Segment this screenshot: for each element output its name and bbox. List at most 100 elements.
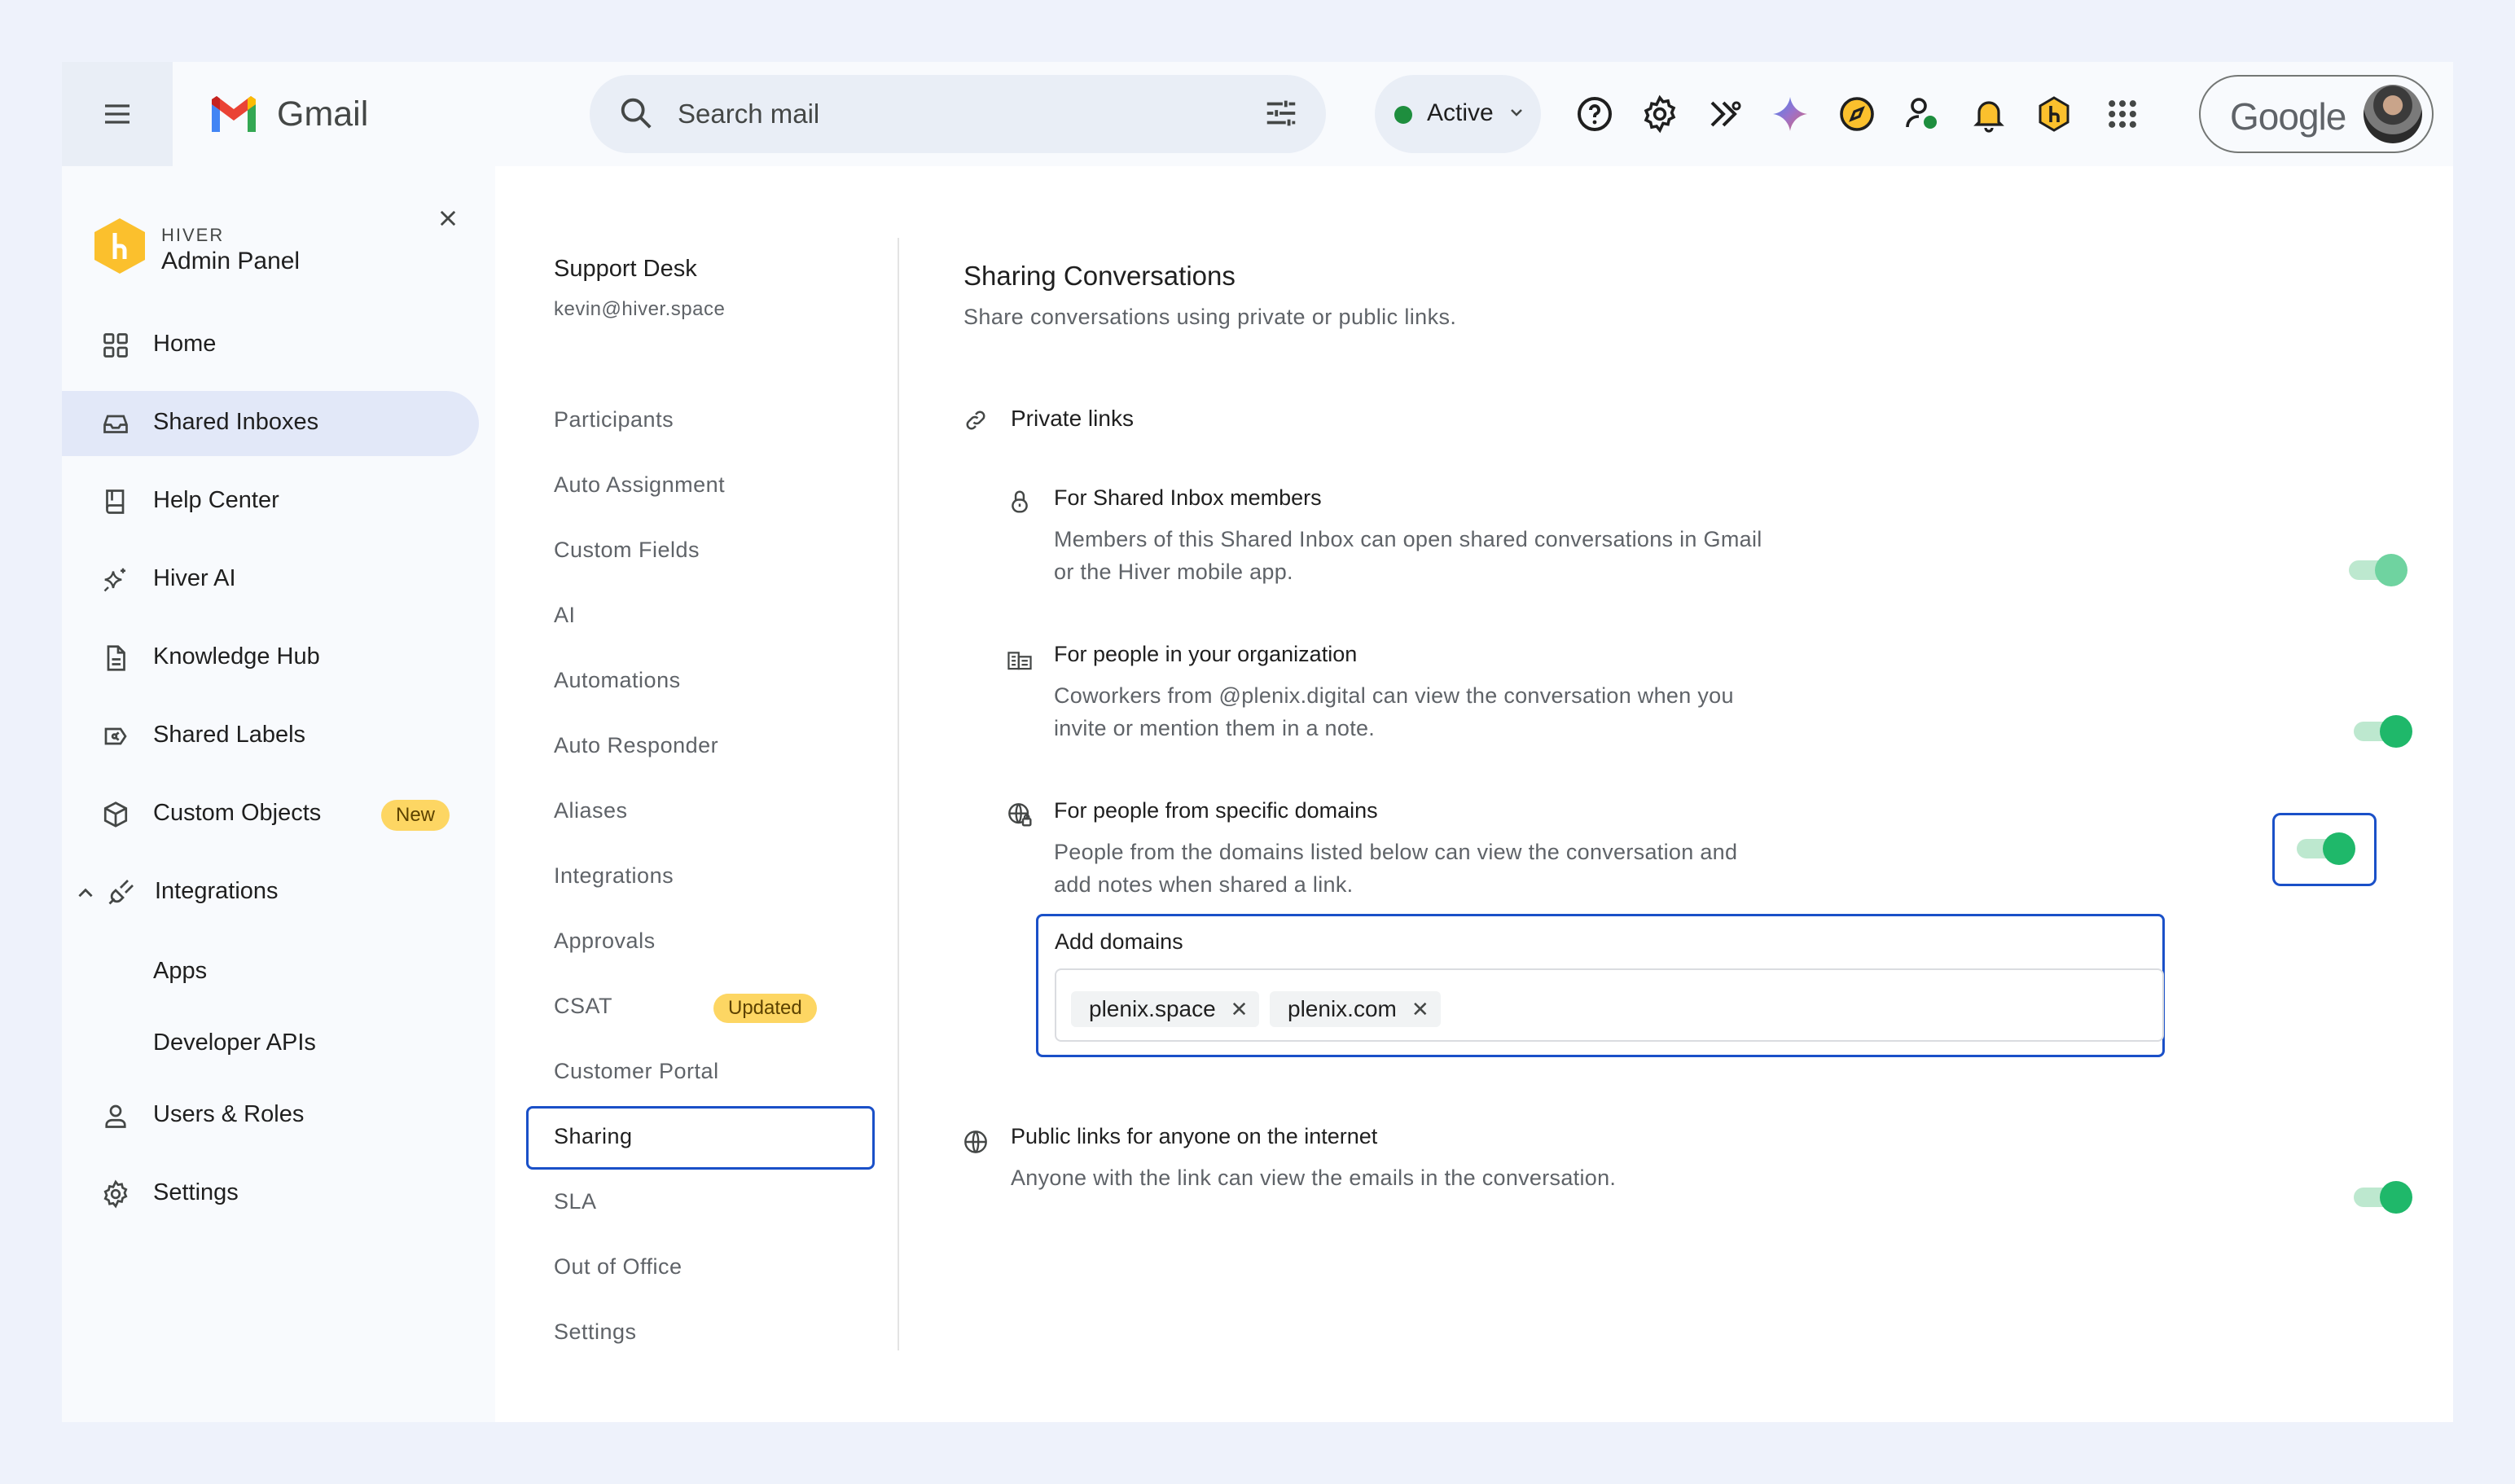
inbox-nav-label: Sharing: [554, 1124, 633, 1148]
option-description-line: People from the domains listed below can…: [1054, 840, 1738, 864]
domains-input[interactable]: plenix.space ✕ plenix.com ✕: [1055, 968, 2164, 1042]
help-icon: [1578, 97, 1612, 131]
sparkle-icon: [99, 564, 132, 596]
inbox-nav-out-of-office[interactable]: Out of Office: [526, 1236, 875, 1300]
search-input[interactable]: [678, 90, 1231, 138]
help-button[interactable]: [1572, 91, 1617, 137]
close-panel-button[interactable]: [432, 202, 464, 235]
inbox-nav-label: Settings: [554, 1319, 637, 1344]
explore-button[interactable]: [1834, 91, 1880, 137]
settings-button[interactable]: [1637, 91, 1683, 137]
option-description-line: add notes when shared a link.: [1054, 872, 1354, 897]
main-menu-button[interactable]: [62, 62, 173, 166]
hamburger-icon: [105, 104, 129, 124]
apps-launcher-button[interactable]: [2100, 91, 2145, 137]
hiver-brand: HIVER Admin Panel: [91, 217, 300, 275]
contacts-button[interactable]: [1899, 91, 1945, 137]
option-description-line: Members of this Shared Inbox can open sh…: [1054, 527, 1762, 551]
sidebar-item-label: Settings: [153, 1179, 239, 1205]
search-bar[interactable]: [590, 75, 1326, 153]
hiver-button[interactable]: [2031, 91, 2077, 137]
close-icon: [440, 210, 456, 226]
sidebar-item-shared-labels[interactable]: Shared Labels: [62, 704, 479, 769]
notifications-button[interactable]: [1966, 91, 2012, 137]
inbox-nav-label: Aliases: [554, 798, 628, 823]
inbox-nav-sla[interactable]: SLA: [526, 1171, 875, 1235]
sidebar-item-users-roles[interactable]: Users & Roles: [62, 1083, 479, 1148]
inbox-nav-customer-portal[interactable]: Customer Portal: [526, 1041, 875, 1104]
inbox-nav-sharing[interactable]: Sharing: [526, 1106, 875, 1170]
plug-icon: [104, 876, 137, 909]
new-badge: New: [381, 800, 450, 831]
option-description-line: or the Hiver mobile app.: [1054, 560, 1293, 584]
toggle-thumb: [2323, 832, 2355, 865]
sidebar-item-label: Knowledge Hub: [153, 643, 320, 670]
inbox-nav-participants[interactable]: Participants: [526, 389, 875, 453]
sidebar-item-knowledge-hub[interactable]: Knowledge Hub: [62, 626, 479, 691]
sidebar-item-shared-inboxes[interactable]: Shared Inboxes: [62, 391, 479, 456]
lock-icon: [1005, 487, 1034, 516]
inbox-nav-label: AI: [554, 603, 576, 627]
sidebar-item-settings[interactable]: Settings: [62, 1161, 479, 1227]
option-description: Coworkers from @plenix.digital can view …: [1054, 679, 1803, 744]
sidebar-item-help-center[interactable]: Help Center: [62, 469, 479, 534]
toggle-specific-domains[interactable]: [2293, 828, 2362, 870]
status-dot: [1394, 106, 1412, 124]
inbox-nav-integrations[interactable]: Integrations: [526, 845, 875, 909]
add-domains-label: Add domains: [1055, 929, 1183, 954]
google-account-button[interactable]: Google: [2199, 75, 2434, 153]
public-links-heading: Public links for anyone on the internet: [1011, 1124, 1378, 1148]
sidebar-item-hiver-ai[interactable]: Hiver AI: [62, 547, 479, 612]
toggle-organization[interactable]: [2350, 710, 2419, 753]
gmail-m-icon: [212, 96, 256, 132]
admin-sidebar: HIVER Admin Panel Home Shared Inboxes He…: [62, 166, 495, 1422]
toggle-public-links[interactable]: [2350, 1176, 2419, 1218]
remove-chip-icon[interactable]: ✕: [1411, 997, 1429, 1022]
option-description-line: invite or mention them in a note.: [1054, 716, 1376, 740]
app-window: Gmail Active: [62, 62, 2453, 1422]
sidebar-item-label: Home: [153, 331, 217, 357]
toggle-shared-inbox-members[interactable]: [2346, 549, 2414, 591]
domain-chip-label: plenix.com: [1288, 996, 1397, 1021]
gmail-logo[interactable]: Gmail: [208, 88, 368, 140]
sidebar-item-custom-objects[interactable]: Custom Objects New: [62, 782, 479, 847]
inbox-nav-auto-assignment[interactable]: Auto Assignment: [526, 454, 875, 518]
inbox-nav-label: Customer Portal: [554, 1059, 719, 1083]
option-title: For Shared Inbox members: [1054, 485, 1322, 510]
sidebar-item-home[interactable]: Home: [62, 313, 479, 378]
add-domains-panel: Add domains plenix.space ✕ plenix.com ✕: [1036, 914, 2165, 1057]
filter-options-icon[interactable]: [1262, 94, 1300, 132]
avatar: [2364, 85, 2422, 143]
inbox-nav-aliases[interactable]: Aliases: [526, 780, 875, 844]
inbox-nav-custom-fields[interactable]: Custom Fields: [526, 520, 875, 583]
sidebar-item-label: Hiver AI: [153, 565, 236, 591]
building-icon: [1005, 645, 1034, 674]
page-subtitle: Share conversations using private or pub…: [963, 305, 1457, 329]
sidebar-item-integrations[interactable]: Integrations: [62, 860, 479, 925]
inbox-nav-approvals[interactable]: Approvals: [526, 911, 875, 974]
column-divider: [898, 238, 899, 1350]
gemini-sparkle-icon: [1773, 97, 1807, 131]
gemini-button[interactable]: [1767, 91, 1813, 137]
inbox-nav-csat[interactable]: CSAT Updated: [526, 976, 875, 1039]
inbox-nav-label: Integrations: [554, 863, 674, 888]
inbox-nav-label: CSAT: [554, 994, 613, 1018]
sidebar-item-label: Help Center: [153, 487, 279, 513]
inbox-nav-ai[interactable]: AI: [526, 585, 875, 648]
inbox-nav-automations[interactable]: Automations: [526, 650, 875, 713]
sidebar-item-label: Users & Roles: [153, 1101, 305, 1127]
inbox-nav-settings[interactable]: Settings: [526, 1302, 875, 1365]
status-selector[interactable]: Active: [1375, 75, 1541, 153]
hiver-logo-icon: [2039, 96, 2069, 132]
domain-chip: plenix.space ✕: [1071, 991, 1260, 1027]
hiver-logo-icon: [94, 218, 145, 274]
inbox-name: Support Desk: [554, 256, 697, 282]
inbox-nav-auto-responder[interactable]: Auto Responder: [526, 715, 875, 779]
sidebar-subitem-developer-apis[interactable]: Developer APIs: [153, 1018, 316, 1067]
remove-chip-icon[interactable]: ✕: [1231, 997, 1249, 1022]
sidebar-item-label: Custom Objects: [153, 800, 322, 826]
sidebar-subitem-apps[interactable]: Apps: [153, 946, 207, 995]
hiver-shortcuts-button[interactable]: [1702, 91, 1748, 137]
option-description: Members of this Shared Inbox can open sh…: [1054, 523, 1803, 588]
inbox-nav-label: Custom Fields: [554, 538, 700, 562]
